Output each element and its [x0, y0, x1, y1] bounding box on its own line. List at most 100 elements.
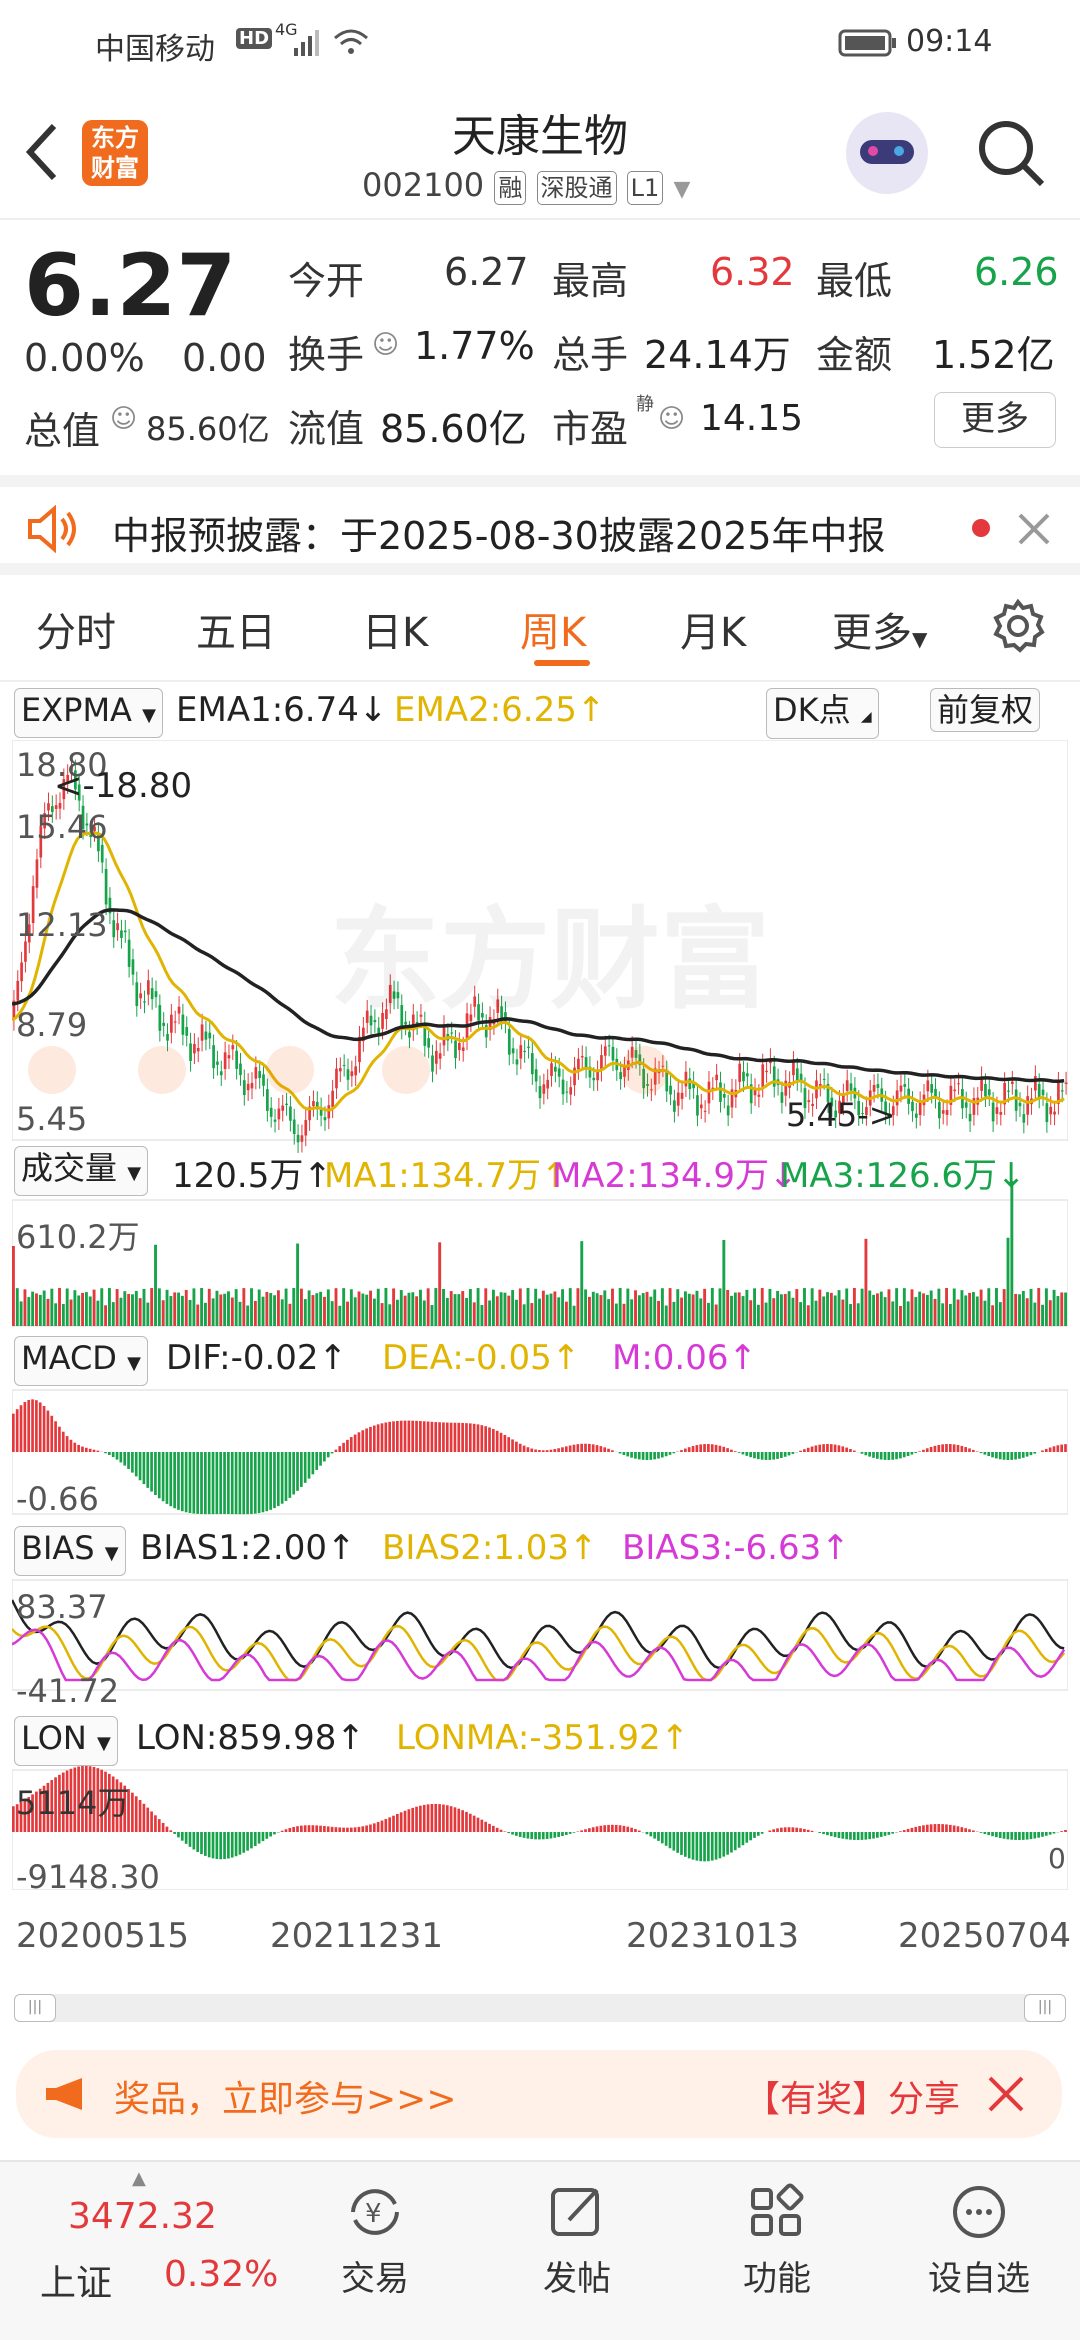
- lon-bar: [899, 1831, 902, 1832]
- indicator-selector[interactable]: EXPMA ▼: [14, 688, 163, 738]
- chart-range-scrollbar[interactable]: ||| |||: [14, 1994, 1066, 2022]
- macd-bar: [664, 1452, 668, 1457]
- tab-five-day[interactable]: 五日: [196, 600, 276, 658]
- scroll-handle-right[interactable]: |||: [1024, 1994, 1066, 2022]
- lon-bar: [745, 1832, 749, 1843]
- volume-bar: [568, 1288, 572, 1326]
- info-icon[interactable]: ☺: [658, 404, 685, 434]
- notice-bar[interactable]: 中报预披露：于2025-08-30披露2025年中报: [0, 475, 1080, 575]
- close-icon[interactable]: [986, 2074, 1026, 2114]
- tab-intraday[interactable]: 分时: [36, 600, 116, 658]
- lon-bar: [392, 1815, 395, 1832]
- volume-bar: [956, 1299, 960, 1326]
- volume-bar: [660, 1288, 664, 1326]
- info-icon[interactable]: ☺: [110, 404, 137, 434]
- date-label-3: 20231013: [626, 1916, 800, 1956]
- macd-bar: [630, 1452, 633, 1458]
- more-button[interactable]: 更多: [934, 392, 1056, 448]
- candle-body: [166, 1033, 169, 1041]
- nav-trade[interactable]: ¥ 交易: [300, 2182, 450, 2300]
- low-label: 最低: [816, 259, 893, 303]
- volume-bar: [626, 1288, 630, 1326]
- lon-bar: [253, 1832, 257, 1846]
- close-icon[interactable]: [1016, 511, 1052, 547]
- nav-post[interactable]: 发帖: [502, 2182, 652, 2300]
- lon-bar: [349, 1827, 353, 1832]
- caret-down-icon: ▼: [127, 1353, 141, 1374]
- index-name[interactable]: 上证: [40, 2254, 112, 2306]
- scroll-handle-left[interactable]: |||: [14, 1994, 56, 2022]
- candle-body: [350, 1071, 354, 1077]
- candle-body: [143, 1001, 146, 1003]
- bias-selector[interactable]: BIAS ▼: [14, 1526, 126, 1576]
- tab-more[interactable]: 更多▼: [832, 600, 927, 658]
- macd-bar: [814, 1445, 818, 1452]
- dk-button[interactable]: DK点 ◢: [766, 688, 879, 739]
- chevron-down-icon[interactable]: ▼: [673, 177, 690, 202]
- macd-bar: [768, 1452, 772, 1460]
- index-value[interactable]: 3472.32: [68, 2196, 217, 2237]
- volume-bar: [96, 1300, 100, 1326]
- lon-bar: [983, 1832, 987, 1834]
- adjust-button[interactable]: 前复权: [930, 688, 1041, 732]
- macd-selector[interactable]: MACD ▼: [14, 1336, 148, 1386]
- volume-bar: [948, 1304, 952, 1326]
- lon-bar: [154, 1815, 157, 1832]
- gear-icon[interactable]: [990, 598, 1046, 654]
- search-icon[interactable]: [976, 118, 1046, 188]
- lon-bar: [442, 1804, 445, 1832]
- tab-weekly-k[interactable]: 周K: [520, 600, 586, 658]
- candle-body: [757, 1094, 761, 1097]
- macd-m-value: M:0.06: [612, 1338, 729, 1378]
- promo-banner[interactable]: 奖品，立即参与>>> 【有奖】分享: [16, 2050, 1062, 2138]
- macd-bar: [580, 1443, 584, 1452]
- macd-bar: [753, 1452, 756, 1459]
- candle-body: [292, 1119, 296, 1134]
- lon-selector[interactable]: LON ▼: [14, 1716, 118, 1766]
- lon-bar: [265, 1832, 269, 1839]
- candle-body: [212, 1045, 215, 1069]
- macd-bar: [472, 1423, 476, 1452]
- macd-bar: [611, 1450, 614, 1452]
- lon-bar: [518, 1832, 522, 1837]
- lon-bar: [204, 1832, 207, 1856]
- candle-body: [573, 1067, 576, 1086]
- macd-bar: [1033, 1452, 1037, 1454]
- macd-bar: [998, 1452, 1002, 1460]
- candle-body: [346, 1069, 350, 1080]
- volume-bar: [787, 1291, 791, 1326]
- lonma-value-text: LONMA:-351.92: [396, 1718, 661, 1758]
- volume-bar: [246, 1305, 250, 1326]
- index-change[interactable]: 0.32%: [164, 2254, 278, 2295]
- macd-bar: [35, 1400, 38, 1452]
- volume-selector[interactable]: 成交量 ▼: [14, 1146, 149, 1196]
- candle-body: [684, 1071, 688, 1087]
- candle-body: [120, 930, 123, 938]
- macd-bar: [833, 1444, 837, 1452]
- volume-bar: [204, 1302, 207, 1326]
- candle-body: [461, 1047, 465, 1051]
- candle-body: [104, 869, 108, 905]
- candle-body: [181, 1014, 185, 1035]
- lon-bar: [972, 1830, 975, 1832]
- volume-bar: [396, 1299, 399, 1326]
- macd-bar: [177, 1452, 180, 1510]
- robot-avatar-icon[interactable]: [846, 112, 928, 194]
- signal-icon: [294, 30, 319, 56]
- vol-ma2: MA2:134.9万↓: [552, 1148, 798, 1197]
- tab-daily-k[interactable]: 日K: [362, 600, 428, 658]
- lon-bar: [403, 1810, 407, 1832]
- nav-functions[interactable]: 功能: [702, 2182, 852, 2300]
- volume-bar: [269, 1293, 273, 1326]
- info-icon[interactable]: ☺: [372, 330, 399, 360]
- tab-monthly-k[interactable]: 月K: [680, 600, 746, 658]
- nav-add-watchlist[interactable]: 设自选: [904, 2182, 1054, 2300]
- lon-bar: [334, 1827, 338, 1832]
- macd-bar: [576, 1444, 580, 1452]
- volume-bar: [829, 1292, 833, 1326]
- lon-bar: [315, 1825, 319, 1832]
- macd-bar: [710, 1444, 714, 1452]
- macd-bar: [883, 1452, 887, 1460]
- change-abs: 0.00: [182, 336, 267, 380]
- volume-bar: [664, 1305, 668, 1326]
